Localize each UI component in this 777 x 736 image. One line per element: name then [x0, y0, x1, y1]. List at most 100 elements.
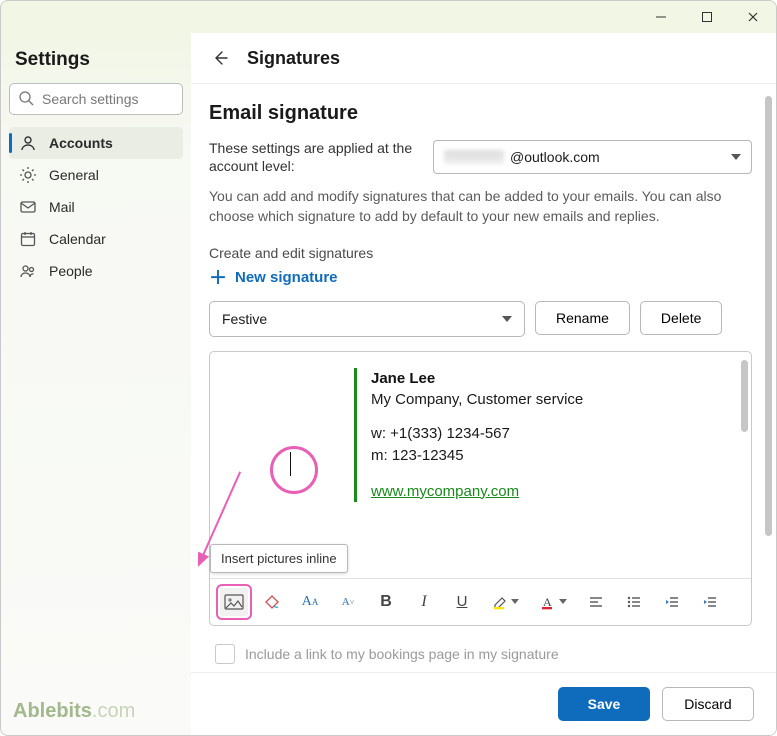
settings-sidebar: Settings Accounts General	[1, 33, 191, 735]
back-button[interactable]	[207, 45, 233, 71]
outdent-icon	[664, 594, 680, 610]
people-icon	[19, 262, 37, 280]
discard-button[interactable]: Discard	[662, 687, 754, 721]
sidebar-item-label: Mail	[49, 199, 75, 215]
window-close-button[interactable]	[730, 1, 776, 33]
insert-picture-icon	[224, 594, 244, 610]
signature-name-select[interactable]: Festive	[209, 301, 525, 337]
highlight-color-button[interactable]	[486, 588, 524, 616]
chevron-down-icon	[731, 154, 741, 160]
section-title-email-signature: Email signature	[209, 102, 752, 125]
tooltip-insert-pictures: Insert pictures inline	[210, 544, 348, 573]
include-bookings-checkbox[interactable]	[215, 644, 235, 664]
font-color-icon: A	[540, 594, 556, 610]
sidebar-item-label: General	[49, 167, 99, 183]
editor-toolbar: AA A˅ B I U	[210, 578, 751, 625]
font-size-down-icon: A˅	[342, 596, 354, 608]
font-color-button[interactable]: A	[534, 588, 572, 616]
align-icon	[588, 594, 604, 610]
italic-button[interactable]: I	[410, 588, 438, 616]
svg-text:A: A	[543, 595, 552, 609]
sig-website: www.mycompany.com	[371, 481, 735, 503]
settings-title: Settings	[9, 45, 183, 83]
increase-font-button[interactable]: AA	[296, 588, 324, 616]
annotation-arrow	[203, 469, 242, 554]
italic-icon: I	[421, 593, 426, 611]
highlight-icon	[492, 594, 508, 610]
delete-button[interactable]: Delete	[640, 301, 722, 335]
create-edit-label: Create and edit signatures	[209, 245, 752, 261]
sidebar-item-people[interactable]: People	[9, 255, 183, 287]
bold-button[interactable]: B	[372, 588, 400, 616]
sidebar-item-accounts[interactable]: Accounts	[9, 127, 183, 159]
annotation-cursor-circle	[270, 446, 318, 494]
sig-company: My Company, Customer service	[371, 389, 735, 411]
mail-icon	[19, 198, 37, 216]
close-icon	[747, 11, 759, 23]
search-input[interactable]	[9, 83, 183, 115]
format-painter-icon	[263, 593, 281, 611]
maximize-icon	[701, 11, 713, 23]
main-panel: Signatures Email signature These setting…	[191, 33, 776, 735]
sidebar-item-mail[interactable]: Mail	[9, 191, 183, 223]
page-scrollbar[interactable]	[765, 96, 772, 660]
text-caret	[290, 452, 291, 476]
footer-actions: Save Discard	[191, 672, 776, 735]
outdent-button[interactable]	[658, 588, 686, 616]
rename-button[interactable]: Rename	[535, 301, 630, 335]
account-caption: These settings are applied at the accoun…	[209, 139, 419, 175]
window-minimize-button[interactable]	[638, 1, 684, 33]
format-painter-button[interactable]	[258, 588, 286, 616]
underline-button[interactable]: U	[448, 588, 476, 616]
sidebar-item-label: Accounts	[49, 135, 113, 151]
window-maximize-button[interactable]	[684, 1, 730, 33]
person-icon	[19, 134, 37, 152]
signature-editor: Insert pictures inline	[209, 351, 752, 626]
minimize-icon	[655, 11, 667, 23]
search-wrap	[9, 83, 183, 115]
chevron-down-icon	[511, 599, 519, 604]
insert-picture-button[interactable]	[220, 588, 248, 616]
sidebar-item-general[interactable]: General	[9, 159, 183, 191]
back-arrow-icon	[210, 48, 230, 68]
indent-icon	[702, 594, 718, 610]
bold-icon: B	[380, 593, 392, 611]
sig-name: Jane Lee	[371, 368, 735, 390]
bullet-list-button[interactable]	[620, 588, 648, 616]
sidebar-item-label: Calendar	[49, 231, 106, 247]
page-header: Signatures	[191, 33, 776, 83]
font-size-up-icon: AA	[302, 594, 319, 610]
content-scroll: Email signature These settings are appli…	[191, 83, 776, 672]
sidebar-item-calendar[interactable]: Calendar	[9, 223, 183, 255]
page-title: Signatures	[247, 48, 340, 69]
align-button[interactable]	[582, 588, 610, 616]
account-domain: @outlook.com	[510, 149, 600, 165]
plus-icon: ＋	[209, 269, 227, 287]
new-signature-button[interactable]: ＋ New signature	[209, 269, 338, 287]
editor-scrollbar[interactable]	[741, 360, 748, 522]
indent-button[interactable]	[696, 588, 724, 616]
include-bookings-label: Include a link to my bookings page in my…	[245, 646, 559, 662]
new-signature-label: New signature	[235, 269, 338, 286]
signature-name-value: Festive	[222, 311, 267, 327]
underline-icon: U	[457, 593, 468, 610]
window-titlebar	[1, 1, 776, 33]
calendar-icon	[19, 230, 37, 248]
sig-phone-mobile: m: 123-12345	[371, 445, 735, 467]
sig-phone-work: w: +1(333) 1234-567	[371, 423, 735, 445]
save-button[interactable]: Save	[558, 687, 650, 721]
signatures-description: You can add and modify signatures that c…	[209, 187, 729, 226]
brand-watermark: Ablebits.com	[9, 694, 183, 727]
chevron-down-icon	[559, 599, 567, 604]
include-bookings-row: Include a link to my bookings page in my…	[215, 644, 752, 664]
decrease-font-button[interactable]: A˅	[334, 588, 362, 616]
gear-icon	[19, 166, 37, 184]
chevron-down-icon	[502, 316, 512, 322]
account-select[interactable]: @outlook.com	[433, 140, 752, 174]
signature-content: Jane Lee My Company, Customer service w:…	[354, 368, 735, 503]
sig-website-link[interactable]: www.mycompany.com	[371, 483, 519, 500]
search-icon	[18, 90, 34, 106]
bullet-list-icon	[626, 594, 642, 610]
sidebar-item-label: People	[49, 263, 93, 279]
account-local-part-redacted	[444, 150, 504, 164]
